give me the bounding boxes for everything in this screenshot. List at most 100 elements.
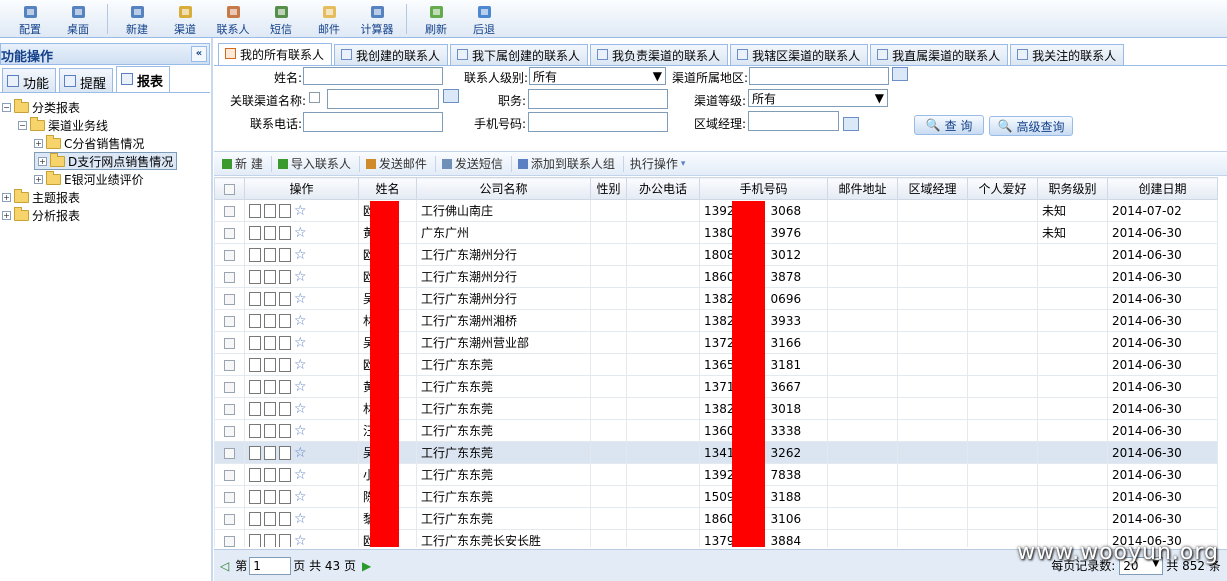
- toolbar-calculator-button[interactable]: 计算器: [353, 0, 401, 38]
- detail-icon[interactable]: [279, 445, 291, 460]
- delete-icon[interactable]: [264, 269, 276, 284]
- search-button[interactable]: 🔍 查 询: [914, 115, 984, 135]
- expand-icon[interactable]: +: [34, 174, 43, 184]
- collapse-icon[interactable]: −: [18, 120, 27, 130]
- advanced-search-button[interactable]: 🔍 高级查询: [989, 116, 1073, 136]
- table-row[interactable]: ☆ 汪工行广东东莞 1360 3338 2014-06-30: [214, 419, 1218, 442]
- edit-icon[interactable]: [249, 401, 261, 416]
- toolbar-sms-button[interactable]: 短信: [257, 0, 305, 38]
- toolbar-refresh-button[interactable]: 刷新: [412, 0, 460, 38]
- contact-tab-4[interactable]: 我辖区渠道的联系人: [730, 44, 869, 65]
- column-header[interactable]: 区域经理: [897, 177, 968, 200]
- row-checkbox[interactable]: [224, 359, 235, 371]
- contact-tab-6[interactable]: 我关注的联系人: [1010, 44, 1125, 65]
- row-checkbox[interactable]: [224, 425, 235, 437]
- expand-icon[interactable]: +: [38, 156, 47, 166]
- edit-icon[interactable]: [249, 511, 261, 526]
- delete-icon[interactable]: [264, 467, 276, 482]
- expand-icon[interactable]: +: [2, 192, 11, 202]
- star-icon[interactable]: ☆: [294, 270, 307, 284]
- edit-icon[interactable]: [249, 445, 261, 460]
- row-checkbox[interactable]: [224, 227, 235, 239]
- grid-sms-button[interactable]: 发送短信: [441, 155, 503, 172]
- detail-icon[interactable]: [279, 291, 291, 306]
- edit-icon[interactable]: [249, 269, 261, 284]
- left-tab-2[interactable]: 报表: [116, 66, 171, 92]
- column-header[interactable]: 性别: [590, 177, 627, 200]
- mobile-input[interactable]: [528, 112, 668, 132]
- delete-icon[interactable]: [264, 225, 276, 240]
- edit-icon[interactable]: [249, 335, 261, 350]
- table-row[interactable]: ☆ 欧工行佛山南庄 1392 3068 未知 2014-07-02: [214, 199, 1218, 222]
- row-checkbox[interactable]: [224, 337, 235, 349]
- star-icon[interactable]: ☆: [294, 380, 307, 394]
- row-checkbox[interactable]: [224, 535, 235, 547]
- table-row[interactable]: ☆ 欧工行广东东莞 1365 3181 2014-06-30: [214, 353, 1218, 376]
- row-checkbox[interactable]: [224, 271, 235, 283]
- detail-icon[interactable]: [279, 467, 291, 482]
- edit-icon[interactable]: [249, 313, 261, 328]
- row-checkbox[interactable]: [224, 491, 235, 503]
- star-icon[interactable]: ☆: [294, 446, 307, 460]
- table-row[interactable]: ☆ 陈工行广东东莞 1509 3188 2014-06-30: [214, 485, 1218, 508]
- table-row[interactable]: ☆ 林工行广东东莞 1382 3018 2014-06-30: [214, 397, 1218, 420]
- row-checkbox[interactable]: [224, 249, 235, 261]
- position-input[interactable]: [528, 89, 668, 109]
- detail-icon[interactable]: [279, 247, 291, 262]
- toolbar-mail-button[interactable]: 邮件: [305, 0, 353, 38]
- toolbar-contact-person-button[interactable]: 联系人: [209, 0, 257, 38]
- tree-node[interactable]: − 渠道业务线: [18, 116, 108, 134]
- expand-icon[interactable]: +: [2, 210, 11, 220]
- delete-icon[interactable]: [264, 445, 276, 460]
- detail-icon[interactable]: [279, 511, 291, 526]
- toolbar-back-button[interactable]: 后退: [460, 0, 508, 38]
- collapse-panel-button[interactable]: «: [191, 46, 207, 62]
- tree-node[interactable]: − 分类报表: [2, 98, 80, 116]
- prev-page-icon[interactable]: ◁: [220, 559, 229, 573]
- edit-icon[interactable]: [249, 489, 261, 504]
- star-icon[interactable]: ☆: [294, 292, 307, 306]
- table-row[interactable]: ☆ 小工行广东东莞 1392 7838 2014-06-30: [214, 463, 1218, 486]
- tree-node[interactable]: + E银河业绩评价: [34, 170, 144, 188]
- detail-icon[interactable]: [279, 357, 291, 372]
- panel-splitter[interactable]: [211, 38, 213, 581]
- edit-icon[interactable]: [249, 225, 261, 240]
- star-icon[interactable]: ☆: [294, 402, 307, 416]
- detail-icon[interactable]: [279, 533, 291, 547]
- region-input[interactable]: [749, 67, 889, 85]
- tree-node[interactable]: + 分析报表: [2, 206, 80, 224]
- column-header[interactable]: 公司名称: [416, 177, 591, 200]
- row-checkbox[interactable]: [224, 403, 235, 415]
- detail-icon[interactable]: [279, 489, 291, 504]
- phone-input[interactable]: [303, 112, 443, 132]
- row-checkbox[interactable]: [224, 447, 235, 459]
- left-tab-0[interactable]: 功能: [2, 68, 57, 92]
- delete-icon[interactable]: [264, 247, 276, 262]
- contact-level-select[interactable]: 所有 ▼: [529, 67, 666, 85]
- delete-icon[interactable]: [264, 489, 276, 504]
- star-icon[interactable]: ☆: [294, 314, 307, 328]
- detail-icon[interactable]: [279, 269, 291, 284]
- table-row[interactable]: ☆ 欧工行广东潮州分行 1860 3878 2014-06-30: [214, 265, 1218, 288]
- tree-node[interactable]: + C分省销售情况: [34, 134, 144, 152]
- tree-node[interactable]: + D支行网点销售情况: [34, 152, 178, 170]
- star-icon[interactable]: ☆: [294, 204, 307, 218]
- delete-icon[interactable]: [264, 533, 276, 547]
- left-tab-1[interactable]: 提醒: [59, 68, 114, 92]
- contact-tab-1[interactable]: 我创建的联系人: [334, 44, 449, 65]
- column-header[interactable]: 操作: [244, 177, 359, 200]
- contact-tab-0[interactable]: 我的所有联系人: [218, 43, 333, 65]
- row-checkbox[interactable]: [224, 293, 235, 305]
- channel-grade-select[interactable]: 所有 ▼: [748, 89, 888, 107]
- star-icon[interactable]: ☆: [294, 534, 307, 548]
- table-row[interactable]: ☆ 吴工行广东潮州分行 1382 0696 2014-06-30: [214, 287, 1218, 310]
- page-input[interactable]: 1: [249, 556, 292, 575]
- star-icon[interactable]: ☆: [294, 358, 307, 372]
- detail-icon[interactable]: [279, 313, 291, 328]
- table-row[interactable]: ☆ 欧工行广东潮州分行 1808 3012 2014-06-30: [214, 243, 1218, 266]
- delete-icon[interactable]: [264, 203, 276, 218]
- detail-icon[interactable]: [279, 423, 291, 438]
- select-all-header[interactable]: [214, 177, 245, 200]
- row-checkbox[interactable]: [224, 469, 235, 481]
- detail-icon[interactable]: [279, 379, 291, 394]
